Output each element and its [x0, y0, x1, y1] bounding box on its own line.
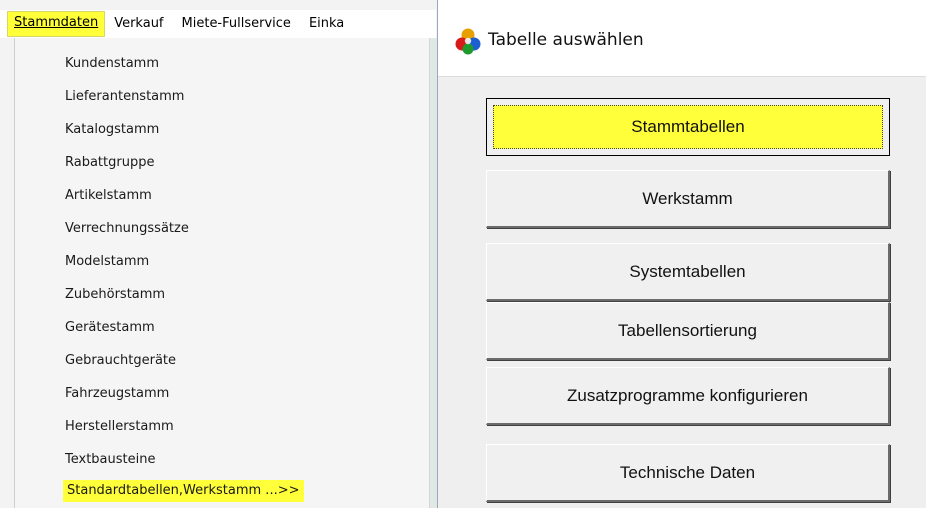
screen: Stammdaten Verkauf Miete-Fullservice Ein…: [0, 0, 926, 508]
dialog-titlebar[interactable]: Tabelle auswählen: [438, 0, 926, 77]
technische-daten-button[interactable]: Technische Daten: [486, 444, 890, 502]
menu-item-katalogstamm[interactable]: Katalogstamm: [65, 119, 159, 141]
menu-item-verrechnungssaetze[interactable]: Verrechnungssätze: [65, 218, 189, 240]
zusatzprogramme-konfigurieren-label: Zusatzprogramme konfigurieren: [567, 385, 808, 405]
menu-item-textbausteine[interactable]: Textbausteine: [65, 449, 155, 471]
stammdaten-dropdown: Kundenstamm Lieferantenstamm Katalogstam…: [14, 38, 430, 508]
menu-item-modelstamm[interactable]: Modelstamm: [65, 251, 149, 273]
stammtabellen-label: Stammtabellen: [631, 117, 745, 136]
menu-item-gebrauchtgeraete[interactable]: Gebrauchtgeräte: [65, 350, 176, 372]
tricolor-orb-icon: [455, 28, 481, 55]
technische-daten-label: Technische Daten: [619, 462, 756, 482]
dialog-title: Tabelle auswählen: [488, 30, 644, 50]
menu-einkauf[interactable]: Einka: [300, 12, 344, 36]
werkstamm-button[interactable]: Werkstamm: [486, 170, 890, 228]
tabellensortierung-label: Tabellensortierung: [618, 320, 757, 340]
menu-item-zubehoerstamm[interactable]: Zubehörstamm: [65, 284, 165, 306]
menu-stammdaten-label: Stammdaten: [14, 15, 99, 30]
menu-verkauf-label: Verkauf: [114, 16, 164, 31]
tabellensortierung-button[interactable]: Tabellensortierung: [486, 302, 890, 360]
stammtabellen-button[interactable]: Stammtabellen: [486, 98, 890, 156]
menu-item-artikelstamm[interactable]: Artikelstamm: [65, 185, 152, 207]
menu-item-geraetestamm[interactable]: Gerätestamm: [65, 317, 155, 339]
systemtabellen-button[interactable]: Systemtabellen: [486, 243, 890, 301]
focus-highlight: Stammtabellen: [493, 105, 883, 149]
menubar: Stammdaten Verkauf Miete-Fullservice Ein…: [0, 10, 436, 38]
zusatzprogramme-konfigurieren-button[interactable]: Zusatzprogramme konfigurieren: [486, 367, 890, 425]
menu-stammdaten[interactable]: Stammdaten: [7, 11, 106, 37]
systemtabellen-label: Systemtabellen: [629, 261, 746, 281]
menu-verkauf[interactable]: Verkauf: [105, 12, 172, 36]
menu-item-herstellerstamm[interactable]: Herstellerstamm: [65, 416, 174, 438]
menu-item-fahrzeugstamm[interactable]: Fahrzeugstamm: [65, 383, 169, 405]
background-strip: [430, 38, 437, 508]
menu-miete-fullservice-label: Miete-Fullservice: [181, 16, 291, 31]
menu-einkauf-label: Einka: [308, 16, 345, 31]
werkstamm-label: Werkstamm: [642, 188, 733, 208]
menu-item-kundenstamm[interactable]: Kundenstamm: [65, 53, 159, 75]
menu-item-rabattgruppe[interactable]: Rabattgruppe: [65, 152, 154, 174]
menu-item-standardtabellen[interactable]: Standardtabellen,Werkstamm ...>>: [63, 480, 304, 502]
menu-miete-fullservice[interactable]: Miete-Fullservice: [173, 12, 300, 36]
tabelle-auswaehlen-dialog: Tabelle auswählen Stammtabellen Werkstam…: [437, 0, 926, 508]
menu-item-lieferantenstamm[interactable]: Lieferantenstamm: [65, 86, 184, 108]
